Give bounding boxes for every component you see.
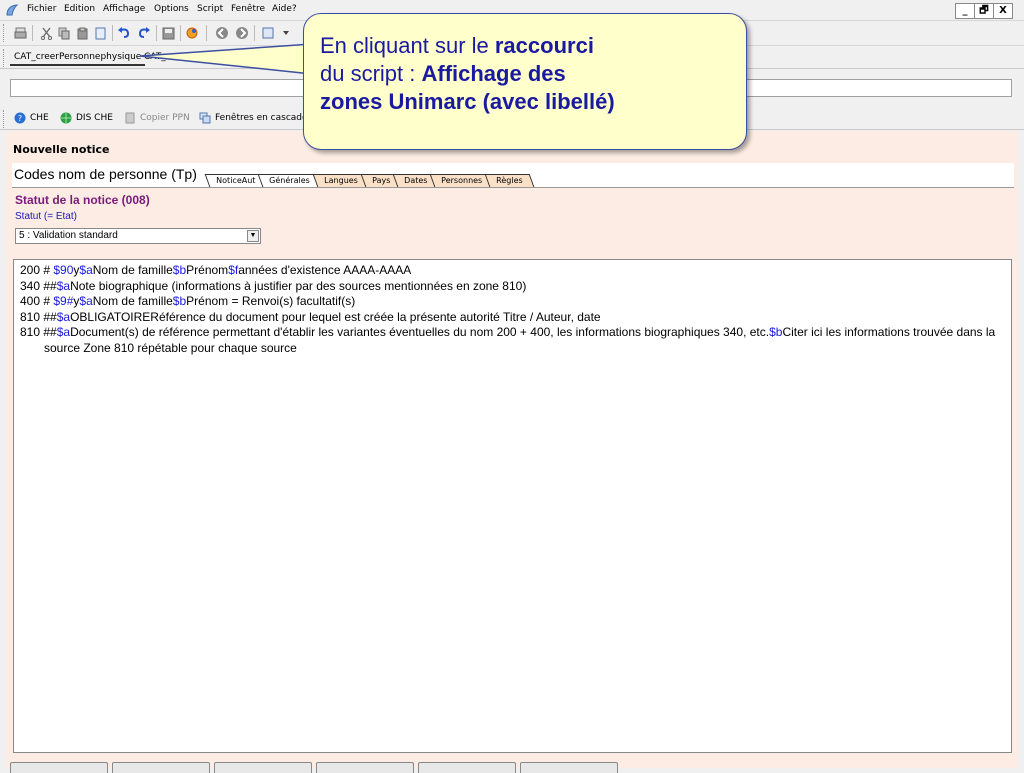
script-tab-creer[interactable]: CAT_creer...	[140, 50, 201, 64]
app-icon	[6, 4, 19, 16]
document-icon	[125, 112, 135, 124]
field-text: 200 #	[20, 263, 54, 277]
statut-select-value: 5 : Validation standard	[19, 230, 118, 241]
subfield-code: $a	[79, 263, 93, 277]
cascade-icon	[199, 112, 211, 124]
toolbar-separator	[254, 25, 255, 41]
subfield-code: $a	[79, 294, 93, 308]
field-text: OBLIGATOIRERéférence du document pour le…	[70, 309, 601, 324]
field-text: Note biographique (informations à justif…	[70, 278, 527, 293]
subfield-code: $b	[172, 263, 187, 277]
script-tab-creer-personne[interactable]: CAT_creerPersonnephysique	[10, 50, 146, 66]
field-text: Prénom = Renvoi(s) facultatif(s)	[186, 294, 356, 308]
subfield-code: $a	[56, 309, 71, 324]
print-icon[interactable]	[12, 25, 28, 41]
subfield-code: $90	[53, 263, 74, 277]
editor-line: 400 # $9#y$aNom de famille$bPrénom = Ren…	[20, 294, 1005, 310]
subfield-code: $f	[228, 263, 239, 277]
field-text: années d'existence AAAA-AAAA	[238, 263, 412, 277]
shortcut-label: DIS CHE	[76, 113, 113, 123]
shortcut-che[interactable]: ? CHE	[14, 112, 49, 124]
subfield-code: $a	[56, 278, 71, 293]
editor-line: 810 ##$aDocument(s) de référence permett…	[20, 325, 1005, 356]
menu-script[interactable]: Script	[197, 4, 223, 14]
window-controls: _ 🗗 X	[955, 3, 1013, 19]
tab-personnes[interactable]: Personnes	[429, 174, 494, 187]
tab-noticeaut[interactable]: NoticeAut	[204, 174, 267, 187]
back-icon[interactable]	[214, 25, 230, 41]
copy-icon[interactable]	[56, 25, 72, 41]
field-text: 400 #	[20, 294, 54, 308]
menu-fenetre[interactable]: Fenêtre	[231, 4, 265, 14]
undo-icon[interactable]	[116, 25, 132, 41]
shortcut-fenetres-cascade[interactable]: Fenêtres en cascade	[199, 112, 308, 124]
chevron-down-icon[interactable]: ▼	[247, 230, 259, 242]
subfield-code: $a	[56, 325, 71, 339]
shortcut-grip	[3, 110, 7, 128]
subfield-code: $9#	[53, 294, 74, 308]
shortcut-label: CHE	[30, 113, 49, 123]
forward-icon[interactable]	[234, 25, 250, 41]
globe-icon	[60, 112, 72, 124]
notice-pane: Nouvelle notice Codes nom de personne (T…	[6, 131, 1018, 768]
unimarc-editor[interactable]: 200 # $90y$aNom de famille$bPrénom$fanné…	[13, 259, 1012, 753]
redo-icon[interactable]	[136, 25, 152, 41]
callout-text: En cliquant sur le raccourci du script :…	[320, 33, 615, 114]
menu-options[interactable]: Options	[154, 4, 189, 14]
window-icon[interactable]	[260, 25, 276, 41]
toolbar-separator	[156, 25, 157, 41]
field-text: Nom de famille	[92, 263, 173, 277]
menu-edition[interactable]: Edition	[64, 4, 95, 14]
codes-title: Codes nom de personne (Tp)	[14, 166, 197, 182]
subfield-code: $b	[769, 325, 783, 339]
statut-label: Statut (= Etat)	[15, 211, 77, 222]
field-text: 810 ##	[20, 325, 57, 339]
editor-line: 200 # $90y$aNom de famille$bPrénom$fanné…	[20, 263, 1005, 279]
notice-tabs: NoticeAut Générales Langues Pays Dates P…	[204, 174, 535, 188]
toolbar-grip	[3, 24, 7, 42]
field-text: Nom de famille	[92, 294, 173, 308]
subfield-code: $b	[172, 294, 187, 308]
codes-header: Codes nom de personne (Tp) NoticeAut Gén…	[12, 163, 1014, 188]
tab-generales[interactable]: Générales	[257, 174, 322, 187]
notice-title: Nouvelle notice	[13, 143, 110, 156]
toolbar-separator	[32, 25, 33, 41]
chevron-down-icon[interactable]	[278, 25, 294, 41]
minimize-button[interactable]: _	[956, 4, 975, 18]
help-icon: ?	[14, 112, 26, 124]
statut-section-title: Statut de la notice (008)	[15, 193, 150, 207]
field-text: 810 ##	[20, 309, 57, 324]
paste-icon[interactable]	[74, 25, 90, 41]
shortcut-label: Fenêtres en cascade	[215, 113, 308, 123]
svg-text:?: ?	[18, 114, 22, 123]
menu-fichier[interactable]: Fichier	[27, 4, 56, 14]
statut-select[interactable]: 5 : Validation standard ▼	[15, 228, 261, 244]
field-text: Document(s) de référence permettant d'ét…	[70, 325, 770, 339]
shortcut-label: Copier PPN	[140, 113, 190, 123]
callout-bubble: En cliquant sur le raccourci du script :…	[303, 13, 747, 150]
editor-line: 810 ##$aOBLIGATOIRERéférence du document…	[20, 310, 1005, 326]
shortcut-copier-ppn[interactable]: Copier PPN	[124, 112, 190, 124]
editor-line: 340 ##$aNote biographique (informations …	[20, 279, 1005, 295]
restore-button[interactable]: 🗗	[975, 4, 994, 18]
document-icon[interactable]	[92, 25, 108, 41]
toolbar-separator	[206, 25, 207, 41]
toolbar-separator	[112, 25, 113, 41]
field-text: Prénom	[186, 263, 229, 277]
tabrow-grip	[3, 49, 7, 67]
menu-aide[interactable]: Aide?	[272, 4, 297, 14]
close-button[interactable]: X	[994, 4, 1012, 18]
tab-regles[interactable]: Règles	[484, 174, 535, 187]
field-text: 340 ##	[20, 278, 57, 293]
toolbar-separator	[180, 25, 181, 41]
shortcut-dis-che[interactable]: DIS CHE	[60, 112, 113, 124]
color-icon[interactable]	[184, 25, 200, 41]
menu-affichage[interactable]: Affichage	[103, 4, 145, 14]
cut-icon[interactable]	[38, 25, 54, 41]
save-icon[interactable]	[160, 25, 176, 41]
